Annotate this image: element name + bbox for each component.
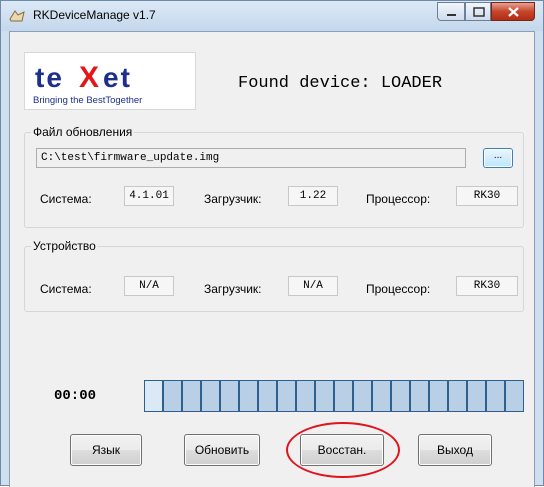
progress-segment [372, 380, 391, 412]
dialog-body: te X et Bringing the BestTogether Found … [9, 31, 535, 487]
progress-segment [429, 380, 448, 412]
close-button[interactable] [491, 2, 535, 21]
restore-button[interactable]: Восстан. [300, 434, 384, 466]
progress-segment [239, 380, 258, 412]
progress-segment [296, 380, 315, 412]
update-cpu-label: Процессор: [366, 192, 431, 206]
svg-text:te: te [35, 62, 64, 93]
device-group-label: Устройство [31, 239, 98, 253]
device-status: Found device: LOADER [238, 74, 443, 93]
update-loader-value: 1.22 [288, 186, 338, 206]
device-cpu-label: Процессор: [366, 282, 431, 296]
progress-segment [353, 380, 372, 412]
device-loader-label: Загрузчик: [204, 282, 262, 296]
progress-segment [201, 380, 220, 412]
maximize-button[interactable] [465, 2, 491, 21]
progress-segment [315, 380, 334, 412]
progress-segment [505, 380, 524, 412]
firmware-path-field[interactable]: C:\test\firmware_update.img [36, 148, 466, 168]
update-cpu-value: RK30 [456, 186, 518, 206]
progress-segment [467, 380, 486, 412]
title-bar[interactable]: RKDeviceManage v1.7 [1, 1, 543, 31]
progress-segment [220, 380, 239, 412]
update-file-group: Файл обновления [24, 125, 524, 228]
app-icon [9, 9, 25, 23]
svg-text:Bringing the BestTogether: Bringing the BestTogether [33, 95, 142, 106]
update-system-value: 4.1.01 [124, 186, 174, 206]
texet-logo: te X et Bringing the BestTogether [24, 52, 196, 110]
update-button[interactable]: Обновить [184, 434, 260, 466]
progress-bar [144, 380, 524, 412]
browse-button[interactable]: ... [483, 148, 513, 168]
progress-segment [277, 380, 296, 412]
progress-segment [410, 380, 429, 412]
window-title: RKDeviceManage v1.7 [33, 8, 156, 22]
device-system-value: N/A [124, 276, 174, 296]
update-system-label: Система: [40, 192, 92, 206]
app-window: RKDeviceManage v1.7 te X et Bringing the… [0, 0, 544, 487]
exit-button[interactable]: Выход [418, 434, 492, 466]
device-group: Устройство [24, 239, 524, 312]
progress-segment [144, 380, 163, 412]
update-loader-label: Загрузчик: [204, 192, 262, 206]
close-icon [508, 7, 519, 17]
language-button[interactable]: Язык [70, 434, 142, 466]
progress-segment [334, 380, 353, 412]
elapsed-timer: 00:00 [54, 388, 97, 404]
device-loader-value: N/A [288, 276, 338, 296]
svg-text:X: X [79, 61, 99, 94]
progress-segment [163, 380, 182, 412]
progress-segment [486, 380, 505, 412]
minimize-button[interactable] [437, 2, 465, 21]
svg-text:et: et [103, 62, 132, 93]
progress-segment [448, 380, 467, 412]
update-file-group-label: Файл обновления [31, 125, 135, 139]
device-cpu-value: RK30 [456, 276, 518, 296]
device-system-label: Система: [40, 282, 92, 296]
progress-segment [258, 380, 277, 412]
progress-segment [182, 380, 201, 412]
progress-segment [391, 380, 410, 412]
